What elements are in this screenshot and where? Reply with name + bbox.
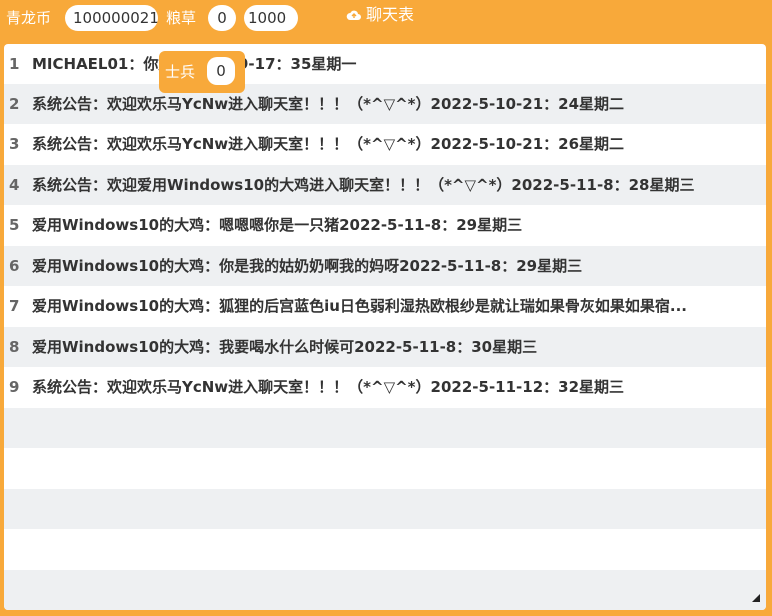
grain-max-field: 1000 [244,5,298,31]
chat-message: 系统公告：欢迎欢乐马YcNw进入聊天室！！！（*^▽^*）2022-5-10-2… [32,95,625,113]
empty-row [4,570,766,610]
chat-row: 5 爱用Windows10的大鸡：嗯嗯嗯你是一只猪2022-5-11-8：29星… [4,205,766,245]
soldier-label: 士兵 [165,63,196,81]
chat-message: 爱用Windows10的大鸡：嗯嗯嗯你是一只猪2022-5-11-8：29星期三 [32,216,523,234]
chat-panel[interactable]: 1 MICHAEL01：你好2022-5-9-17：35星期一 2 系统公告：欢… [4,44,766,610]
chat-message: 爱用Windows10的大鸡：你是我的姑奶奶啊我的妈呀2022-5-11-8：2… [32,257,583,275]
row-index: 6 [9,257,20,275]
row-index: 7 [9,297,20,315]
chat-message: 系统公告：欢迎爱用Windows10的大鸡进入聊天室！！！（*^▽^*）2022… [32,176,695,194]
chat-message: 爱用Windows10的大鸡：狐狸的后宫蓝色iu日色弱利湿热欧根纱是就让瑞如果骨… [32,297,687,315]
row-index: 4 [9,176,20,194]
chat-table-title[interactable]: 聊天表 [366,3,414,27]
chat-row: 1 MICHAEL01：你好2022-5-9-17：35星期一 [4,44,766,84]
chat-row: 6 爱用Windows10的大鸡：你是我的姑奶奶啊我的妈呀2022-5-11-8… [4,246,766,286]
chat-message: MICHAEL01：你好2022-5-9-17：35星期一 [32,44,732,84]
resize-handle-icon[interactable] [752,594,760,602]
row-index: 8 [9,338,20,356]
chat-row: 2 系统公告：欢迎欢乐马YcNw进入聊天室！！！（*^▽^*）2022-5-10… [4,84,766,124]
grain-label: 粮草 [166,9,197,27]
coin-value-field: 100000021 [65,5,158,31]
chat-message: 系统公告：欢迎欢乐马YcNw进入聊天室！！！（*^▽^*）2022-5-10-2… [32,135,625,153]
row-index: 1 [9,55,20,73]
chat-row: 7 爱用Windows10的大鸡：狐狸的后宫蓝色iu日色弱利湿热欧根纱是就让瑞如… [4,286,766,326]
soldier-popup: 士兵 0 [159,51,245,93]
chat-row: 3 系统公告：欢迎欢乐马YcNw进入聊天室！！！（*^▽^*）2022-5-10… [4,124,766,164]
chat-row: 8 爱用Windows10的大鸡：我要喝水什么时候可2022-5-11-8：30… [4,327,766,367]
grain-value-field: 0 [208,5,236,31]
top-bar: 青龙币 100000021 粮草 0 1000 聊天表 [0,0,772,40]
row-index: 5 [9,216,20,234]
empty-row [4,489,766,529]
chat-row: 9 系统公告：欢迎欢乐马YcNw进入聊天室！！！（*^▽^*）2022-5-11… [4,367,766,407]
soldier-value-field: 0 [207,57,235,85]
empty-row [4,448,766,488]
empty-row [4,529,766,569]
row-index: 2 [9,95,20,113]
empty-row [4,408,766,448]
coin-label: 青龙币 [6,9,52,27]
row-index: 9 [9,378,20,396]
chat-message: 系统公告：欢迎欢乐马YcNw进入聊天室！！！（*^▽^*）2022-5-11-1… [32,378,625,396]
row-index: 3 [9,135,20,153]
cloud-icon[interactable] [346,8,362,22]
chat-message: 爱用Windows10的大鸡：我要喝水什么时候可2022-5-11-8：30星期… [32,338,538,356]
chat-row: 4 系统公告：欢迎爱用Windows10的大鸡进入聊天室！！！（*^▽^*）20… [4,165,766,205]
